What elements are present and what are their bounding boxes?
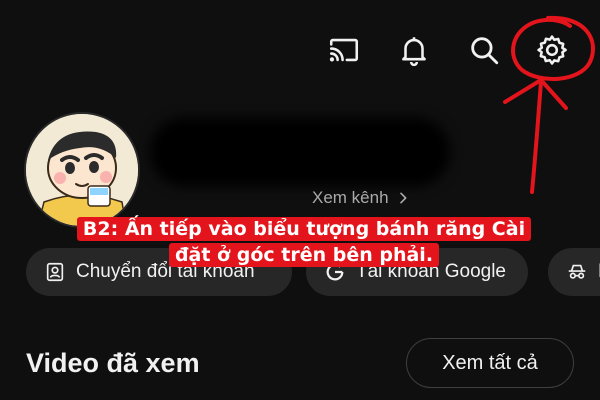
instruction-caption: B2: Ấn tiếp vào biểu tượng bánh răng Cài… (71, 216, 537, 268)
view-channel-link[interactable]: Xem kênh (312, 188, 411, 208)
search-icon[interactable] (462, 28, 506, 72)
notifications-bell-icon[interactable] (392, 28, 436, 72)
incognito-icon (568, 264, 586, 279)
cartoon-avatar-image (26, 114, 138, 226)
cast-icon[interactable] (322, 28, 366, 72)
instruction-caption-text: B2: Ấn tiếp vào biểu tượng bánh răng Cài… (76, 217, 532, 267)
redacted-channel-name (150, 118, 450, 186)
switch-account-icon (46, 262, 64, 282)
see-all-button[interactable]: Xem tất cả (406, 338, 574, 388)
chevron-right-icon (399, 192, 407, 204)
settings-gear-icon[interactable] (530, 28, 574, 72)
view-channel-label: Xem kênh (312, 188, 389, 207)
avatar[interactable] (24, 112, 140, 228)
incognito-chip[interactable]: B (548, 248, 600, 296)
history-section-title: Video đã xem (26, 348, 200, 378)
